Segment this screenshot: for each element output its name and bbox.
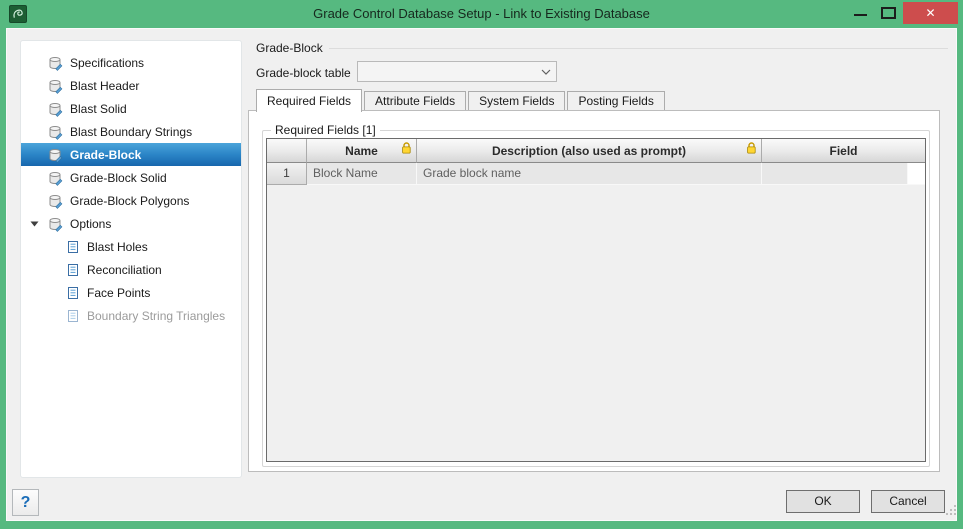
grid-header-name: Name: [307, 139, 417, 163]
sidebar-item-label: Options: [70, 216, 112, 231]
tab-system-fields[interactable]: System Fields: [468, 91, 566, 110]
group-title: Grade-Block: [256, 41, 323, 55]
minimize-icon: [854, 14, 867, 16]
sidebar-item-label: Grade-Block: [70, 147, 142, 162]
database-icon: [47, 101, 63, 117]
tab-required-fields[interactable]: Required Fields: [256, 89, 363, 112]
database-icon: [47, 147, 63, 163]
help-button[interactable]: ?: [12, 489, 39, 516]
sidebar-tree: Specifications Blast Header Blast Solid …: [20, 40, 242, 478]
sidebar-item-blast-header[interactable]: Blast Header: [21, 74, 241, 97]
sidebar-item-grade-block[interactable]: Grade-Block: [21, 143, 241, 166]
sidebar-item-label: Face Points: [87, 285, 151, 300]
sidebar-item-specifications[interactable]: Specifications: [21, 51, 241, 74]
titlebar: Grade Control Database Setup - Link to E…: [0, 0, 963, 28]
sidebar-item-label: Grade-Block Solid: [70, 170, 167, 185]
grid-header-field: Field: [762, 139, 925, 163]
sidebar-item-label: Blast Holes: [87, 239, 148, 254]
row-number-cell[interactable]: 1: [267, 163, 307, 185]
cancel-button[interactable]: Cancel: [871, 490, 945, 513]
sidebar-item-blast-holes[interactable]: Blast Holes: [21, 235, 241, 258]
field-cell[interactable]: [762, 163, 908, 185]
required-fields-grid: Name Description (also used as prompt) F…: [266, 138, 926, 462]
grid-header-corner: [267, 139, 307, 163]
document-icon: [66, 309, 80, 323]
name-cell[interactable]: Block Name: [307, 163, 417, 185]
row-filler: [908, 163, 925, 185]
database-icon: [47, 170, 63, 186]
sidebar-item-label: Grade-Block Polygons: [70, 193, 190, 208]
document-icon: [66, 286, 80, 300]
sidebar-item-boundary-string-triangles[interactable]: Boundary String Triangles: [21, 304, 241, 327]
close-button[interactable]: ✕: [903, 2, 958, 24]
sidebar-item-grade-block-polygons[interactable]: Grade-Block Polygons: [21, 189, 241, 212]
tab-posting-fields[interactable]: Posting Fields: [567, 91, 665, 110]
sidebar-item-label: Reconciliation: [87, 262, 162, 277]
database-icon: [47, 78, 63, 94]
sidebar-item-face-points[interactable]: Face Points: [21, 281, 241, 304]
grid-header-row: Name Description (also used as prompt) F…: [267, 139, 925, 163]
groupbox-title: Required Fields [1]: [271, 123, 380, 137]
expander-icon[interactable]: [30, 220, 39, 228]
chevron-down-icon: [541, 69, 551, 75]
sidebar-item-label: Boundary String Triangles: [87, 308, 226, 323]
maximize-button[interactable]: [879, 5, 896, 21]
group-divider: [328, 48, 948, 49]
sidebar-item-label: Specifications: [70, 55, 145, 70]
sidebar-item-grade-block-solid[interactable]: Grade-Block Solid: [21, 166, 241, 189]
sidebar-item-reconciliation[interactable]: Reconciliation: [21, 258, 241, 281]
table-row: 1 Block Name Grade block name: [267, 163, 925, 185]
lock-icon: [746, 142, 757, 154]
description-cell[interactable]: Grade block name: [417, 163, 762, 185]
database-icon: [47, 55, 63, 71]
lock-icon: [401, 142, 412, 154]
ok-button[interactable]: OK: [786, 490, 860, 513]
grid-header-description: Description (also used as prompt): [417, 139, 762, 163]
sidebar-item-options[interactable]: Options: [21, 212, 241, 235]
tab-attribute-fields[interactable]: Attribute Fields: [364, 91, 467, 110]
database-icon: [47, 124, 63, 140]
sidebar-item-label: Blast Solid: [70, 101, 127, 116]
sidebar-item-blast-solid[interactable]: Blast Solid: [21, 97, 241, 120]
document-icon: [66, 240, 80, 254]
resize-grip[interactable]: [944, 503, 958, 517]
window-title: Grade Control Database Setup - Link to E…: [313, 6, 650, 21]
grade-block-table-label: Grade-block table: [256, 66, 351, 80]
database-icon: [47, 193, 63, 209]
grade-block-table-select[interactable]: [357, 61, 557, 82]
document-icon: [66, 263, 80, 277]
grade-block-group-header: Grade-Block: [256, 41, 948, 55]
sidebar-item-blast-boundary-strings[interactable]: Blast Boundary Strings: [21, 120, 241, 143]
dialog-window: { "window": { "title": "Grade Control Da…: [0, 0, 963, 529]
sidebar-item-label: Blast Header: [70, 78, 140, 93]
maximize-icon: [881, 7, 896, 19]
minimize-button[interactable]: [852, 6, 870, 22]
sidebar-item-label: Blast Boundary Strings: [70, 124, 193, 139]
tabstrip: Required Fields Attribute Fields System …: [256, 89, 667, 112]
database-icon: [47, 216, 63, 232]
